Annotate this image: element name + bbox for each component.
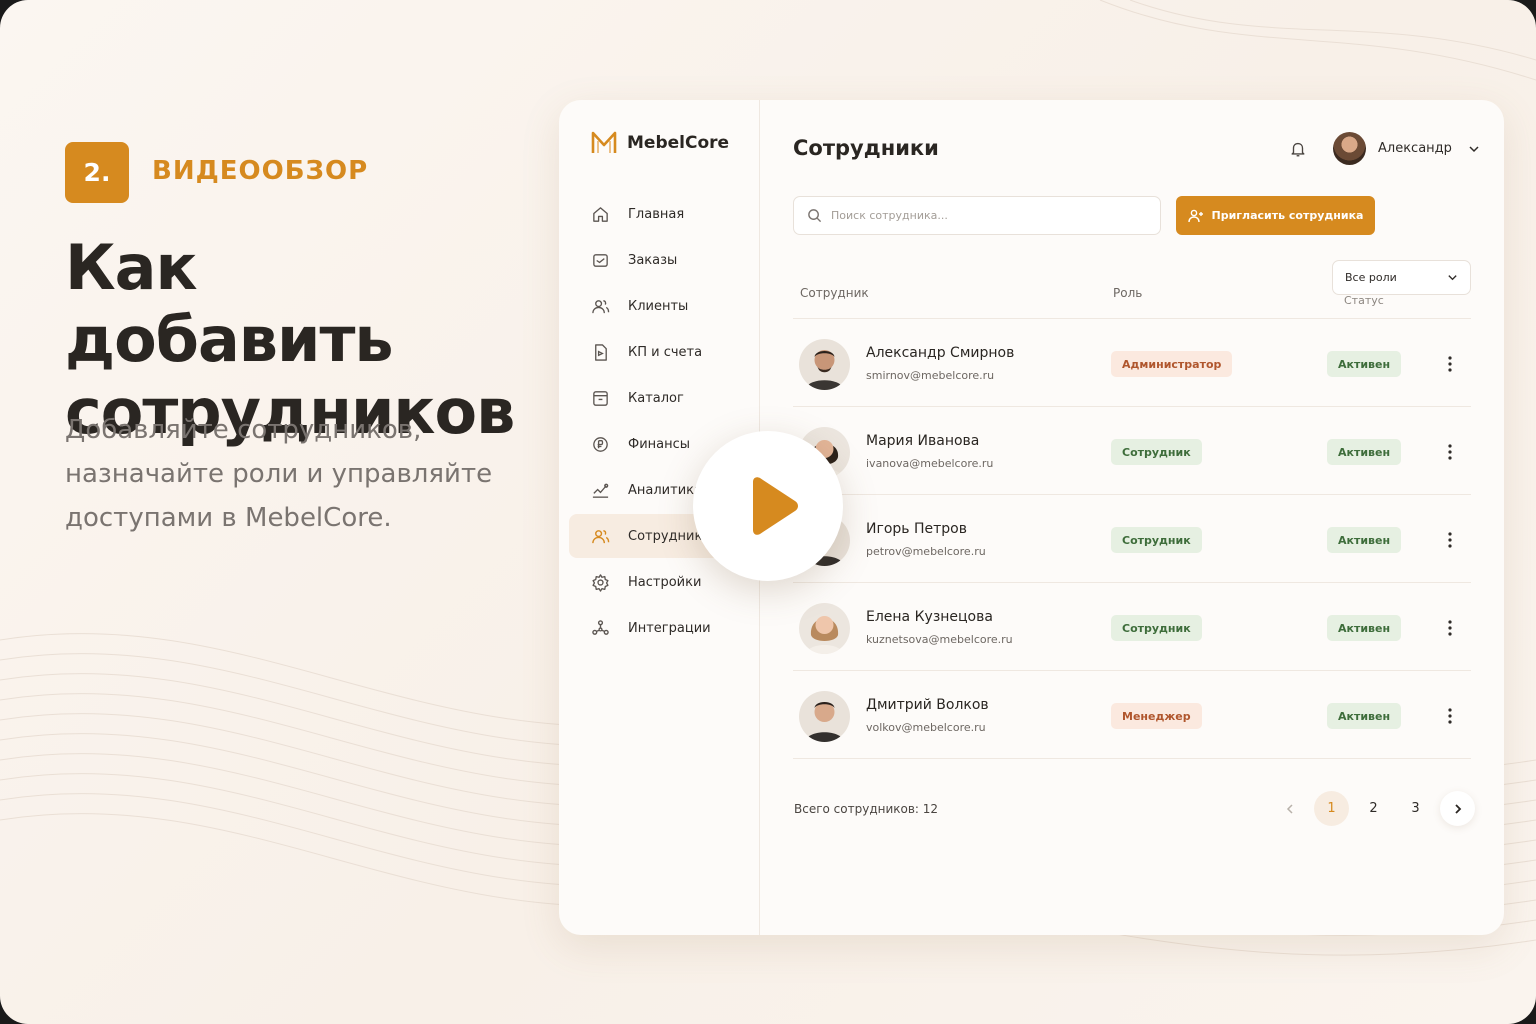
chevron-down-icon (1448, 275, 1457, 281)
search-field[interactable] (793, 196, 1161, 235)
status-badge: Активен (1327, 527, 1402, 553)
sidebar-item-documents[interactable]: КП и счета (569, 330, 751, 374)
slide: 2. ВИДЕООБЗОР Как добавить сотрудников Д… (0, 0, 1536, 1024)
invite-employee-button[interactable]: Пригласить сотрудника (1176, 196, 1375, 235)
avatar (799, 339, 850, 390)
document-icon (595, 343, 607, 361)
status-badge: Активен (1327, 615, 1402, 641)
employee-name: Мария Иванова (866, 433, 980, 449)
prev-page-button[interactable] (1272, 791, 1307, 826)
sidebar-item-orders[interactable]: Заказы (569, 238, 751, 282)
page-button-3[interactable]: 3 (1398, 791, 1433, 826)
employee-name: Игорь Петров (866, 521, 967, 537)
sidebar-item-label: Клиенты (628, 298, 689, 314)
catalog-icon (593, 390, 608, 406)
sidebar-item-home[interactable]: Главная (569, 192, 751, 236)
sidebar-item-label: Аналитика (628, 482, 702, 498)
app-logo[interactable]: MebelCore (591, 131, 729, 155)
page-title: Сотрудники (793, 136, 939, 160)
search-input[interactable] (831, 209, 1131, 222)
sidebar-item-label: Настройки (628, 574, 702, 590)
logo-text: MebelCore (627, 133, 730, 153)
more-vertical-icon[interactable] (1440, 442, 1460, 462)
role-badge: Сотрудник (1111, 527, 1202, 553)
total-employees: Всего сотрудников: 12 (794, 802, 939, 816)
orders-icon (593, 253, 608, 267)
sidebar-item-label: КП и счета (628, 344, 703, 360)
role-badge: Администратор (1111, 351, 1233, 377)
finance-icon (593, 436, 608, 452)
chevron-right-icon (1454, 803, 1461, 814)
play-video-button[interactable] (693, 431, 843, 581)
role-badge: Сотрудник (1111, 615, 1202, 641)
chevron-down-icon (1469, 145, 1479, 152)
settings-icon (592, 573, 609, 592)
pagination: 1 2 3 (1272, 791, 1475, 826)
sidebar-item-catalog[interactable]: Каталог (569, 376, 751, 420)
role-filter-select[interactable]: Все роли (1332, 260, 1471, 295)
column-header-employee: Сотрудник (800, 286, 869, 300)
sidebar-item-integrations[interactable]: Интеграции (569, 606, 751, 650)
role-filter-value: Все роли (1345, 271, 1397, 284)
promo-description: Добавляйте сотрудников, назначайте роли … (65, 415, 493, 533)
section-kicker: ВИДЕООБЗОР (152, 156, 369, 186)
add-user-icon (1187, 209, 1203, 222)
search-icon (808, 209, 822, 223)
employee-name: Елена Кузнецова (866, 609, 993, 625)
sidebar-item-label: Заказы (628, 252, 678, 268)
invite-button-label: Пригласить сотрудника (1211, 209, 1364, 222)
user-name: Александр (1378, 141, 1452, 156)
employee-email: ivanova@mebelcore.ru (866, 457, 994, 470)
play-icon (753, 477, 798, 535)
role-badge: Сотрудник (1111, 439, 1202, 465)
more-vertical-icon[interactable] (1440, 706, 1460, 726)
main-content: Сотрудники Александр Пригласить сотрудни… (760, 100, 1504, 935)
avatar (1333, 132, 1366, 165)
step-badge: 2. (65, 142, 129, 203)
status-badge: Активен (1327, 351, 1402, 377)
bell-icon[interactable] (1289, 140, 1307, 158)
user-menu[interactable]: Александр (1333, 132, 1480, 165)
table-row[interactable]: Мария Иванова ivanova@mebelcore.ru Сотру… (793, 407, 1471, 495)
team-icon (592, 529, 610, 543)
employee-name: Дмитрий Волков (866, 697, 989, 713)
employee-email: petrov@mebelcore.ru (866, 545, 986, 558)
avatar (799, 603, 850, 654)
page-button-1[interactable]: 1 (1314, 791, 1349, 826)
employee-name: Александр Смирнов (866, 345, 1015, 361)
status-badge: Активен (1327, 703, 1402, 729)
column-header-status: Статус (1344, 294, 1384, 307)
table-row[interactable]: Елена Кузнецова kuznetsova@mebelcore.ru … (793, 583, 1471, 671)
role-badge: Менеджер (1111, 703, 1202, 729)
home-icon (593, 206, 608, 222)
more-vertical-icon[interactable] (1440, 354, 1460, 374)
status-badge: Активен (1327, 439, 1402, 465)
table-row[interactable]: Александр Смирнов smirnov@mebelcore.ru А… (793, 319, 1471, 407)
sidebar-item-label: Интеграции (628, 620, 711, 636)
table-row[interactable]: Дмитрий Волков volkov@mebelcore.ru Менед… (793, 671, 1471, 759)
integrations-icon (592, 619, 609, 635)
analytics-icon (592, 483, 609, 498)
next-page-button[interactable] (1440, 791, 1475, 826)
column-header-role: Роль (1113, 286, 1143, 300)
logo-m-icon (591, 131, 617, 153)
table-row[interactable]: Игорь Петров petrov@mebelcore.ru Сотрудн… (793, 495, 1471, 583)
sidebar-item-clients[interactable]: Клиенты (569, 284, 751, 328)
sidebar-item-label: Главная (628, 206, 685, 222)
sidebar-nav: Главная Заказы Клиенты КП и счета Катало… (569, 192, 751, 652)
employee-email: volkov@mebelcore.ru (866, 721, 986, 734)
sidebar-item-label: Каталог (628, 390, 684, 406)
employee-email: kuznetsova@mebelcore.ru (866, 633, 1013, 646)
page-button-2[interactable]: 2 (1356, 791, 1391, 826)
chevron-left-icon (1286, 803, 1293, 814)
more-vertical-icon[interactable] (1440, 618, 1460, 638)
more-vertical-icon[interactable] (1440, 530, 1460, 550)
employees-table: Александр Смирнов smirnov@mebelcore.ru А… (793, 319, 1471, 759)
clients-icon (592, 299, 610, 313)
sidebar-item-label: Финансы (628, 436, 691, 452)
employee-email: smirnov@mebelcore.ru (866, 369, 995, 382)
avatar (799, 691, 850, 742)
